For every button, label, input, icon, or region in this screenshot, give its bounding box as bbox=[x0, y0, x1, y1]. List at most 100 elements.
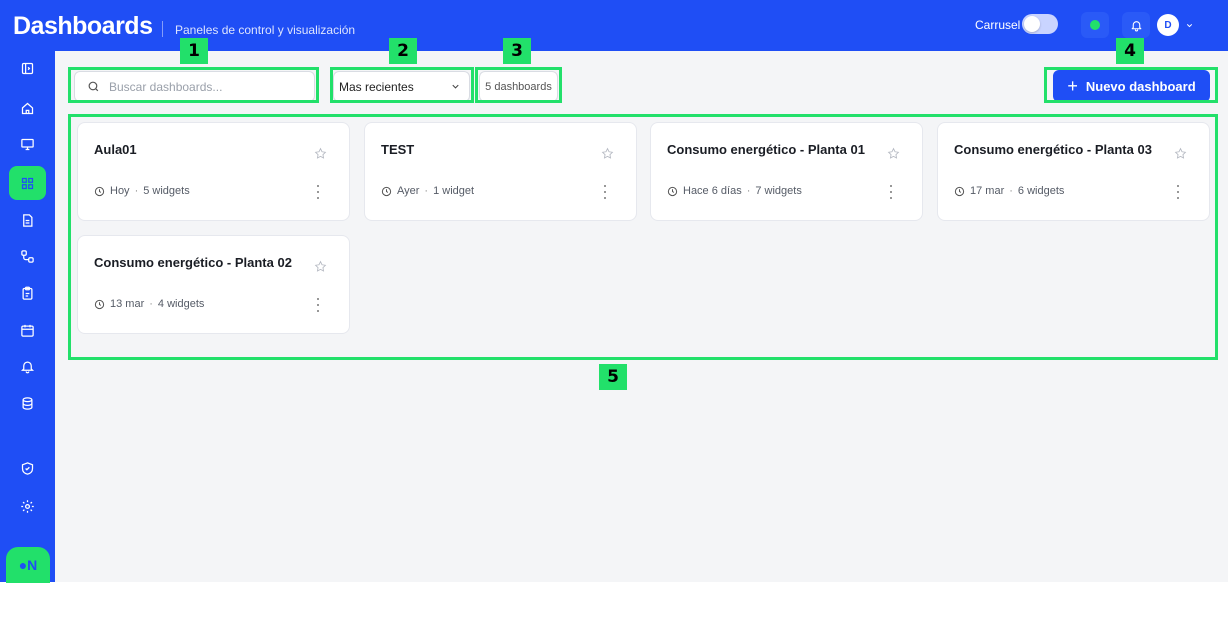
gear-icon bbox=[21, 499, 34, 513]
dashboard-card-title: Consumo energético - Planta 03 bbox=[954, 142, 1152, 157]
annotation-tag-3: 3 bbox=[503, 38, 531, 64]
shield-icon bbox=[21, 461, 34, 475]
chevron-down-icon bbox=[452, 84, 459, 89]
header-divider bbox=[162, 21, 163, 37]
monitor-icon bbox=[21, 138, 34, 150]
home-icon bbox=[21, 102, 34, 114]
meta-separator: · bbox=[424, 185, 429, 197]
toggle-knob bbox=[1024, 16, 1040, 32]
updated-label: Hoy bbox=[110, 185, 130, 197]
sidebar-item-security[interactable] bbox=[9, 451, 46, 485]
dashboard-card-title: Consumo energético - Planta 01 bbox=[667, 142, 865, 157]
search-icon bbox=[88, 81, 99, 92]
connection-status-button[interactable] bbox=[1081, 12, 1109, 38]
calendar-icon bbox=[21, 324, 34, 337]
dashboard-card[interactable]: Consumo energético - Planta 01 Hace 6 dí… bbox=[650, 122, 923, 221]
clock-icon bbox=[381, 186, 392, 196]
annotation-tag-5: 5 bbox=[599, 364, 627, 390]
annotation-tag-1: 1 bbox=[180, 38, 208, 64]
dashboard-grid: Aula01 Hoy · 5 widgets TEST Ayer · 1 wid… bbox=[70, 116, 1216, 358]
dashboard-count: 5 dashboards bbox=[479, 71, 558, 102]
sidebar-item-home[interactable] bbox=[9, 91, 46, 125]
star-icon[interactable] bbox=[887, 147, 900, 160]
star-icon[interactable] bbox=[314, 147, 327, 160]
database-icon bbox=[22, 396, 33, 410]
sidebar-item-settings[interactable] bbox=[9, 489, 46, 523]
updated-label: Ayer bbox=[397, 185, 420, 197]
app-root: Dashboards Paneles de control y visualiz… bbox=[0, 0, 1228, 583]
widget-count: 1 widget bbox=[433, 185, 475, 197]
search-input[interactable] bbox=[109, 79, 299, 94]
dashboard-card-meta: Hoy · 5 widgets bbox=[94, 185, 190, 197]
notifications-button[interactable] bbox=[1122, 12, 1150, 38]
updated-label: Hace 6 días bbox=[683, 185, 742, 197]
dashboard-card-title: Consumo energético - Planta 02 bbox=[94, 255, 292, 270]
sidebar-item-monitor[interactable] bbox=[9, 127, 46, 161]
star-icon[interactable] bbox=[1174, 147, 1187, 160]
sidebar-item-calendar[interactable] bbox=[9, 313, 46, 347]
star-icon[interactable] bbox=[314, 260, 327, 273]
document-icon bbox=[23, 213, 33, 227]
plus-icon: + bbox=[1067, 76, 1078, 96]
clipboard-icon bbox=[22, 286, 33, 300]
clock-icon bbox=[954, 186, 965, 196]
widget-count: 5 widgets bbox=[143, 185, 190, 197]
widget-count: 7 widgets bbox=[755, 185, 802, 197]
sort-value: Mas recientes bbox=[339, 79, 414, 94]
page-subtitle: Paneles de control y visualización bbox=[175, 23, 356, 37]
workflow-icon bbox=[21, 249, 34, 263]
sidebar-item-dashboards[interactable] bbox=[9, 166, 46, 200]
sidebar-item-reports[interactable] bbox=[9, 276, 46, 310]
star-icon[interactable] bbox=[601, 147, 614, 160]
more-options-icon[interactable] bbox=[888, 185, 894, 199]
dashboard-card[interactable]: TEST Ayer · 1 widget bbox=[364, 122, 637, 221]
annotation-tag-4: 4 bbox=[1116, 38, 1144, 64]
sidebar-expand[interactable] bbox=[9, 51, 46, 85]
sidebar-item-database[interactable] bbox=[9, 386, 46, 420]
chevron-down-icon bbox=[1186, 23, 1193, 27]
meta-separator: · bbox=[1009, 185, 1013, 197]
sidebar-item-workflows[interactable] bbox=[9, 239, 46, 273]
more-options-icon[interactable] bbox=[315, 298, 321, 312]
clock-icon bbox=[667, 186, 678, 196]
clock-icon bbox=[94, 186, 105, 196]
annotation-tag-2: 2 bbox=[389, 38, 417, 64]
bell-icon bbox=[1131, 20, 1141, 31]
widget-count: 4 widgets bbox=[157, 298, 205, 310]
more-options-icon[interactable] bbox=[602, 185, 608, 199]
dashboard-card-title: TEST bbox=[381, 142, 415, 157]
status-dot-icon bbox=[1090, 20, 1100, 30]
dashboard-card[interactable]: Consumo energético - Planta 03 17 mar · … bbox=[937, 122, 1210, 221]
page-title: Dashboards bbox=[13, 12, 153, 40]
dashboard-card-meta: Hace 6 días · 7 widgets bbox=[667, 185, 802, 197]
dashboard-card[interactable]: Aula01 Hoy · 5 widgets bbox=[77, 122, 350, 221]
brand-logo[interactable]: ●N bbox=[6, 547, 50, 583]
user-menu[interactable]: D bbox=[1157, 12, 1194, 38]
new-dashboard-label: Nuevo dashboard bbox=[1085, 78, 1196, 94]
search-box[interactable] bbox=[74, 71, 315, 102]
sidebar-item-alerts[interactable] bbox=[9, 349, 46, 383]
dashboard-card-title: Aula01 bbox=[94, 142, 137, 157]
sidebar: ●N bbox=[0, 51, 55, 583]
carrusel-label: Carrusel bbox=[975, 18, 1021, 32]
expand-icon bbox=[21, 62, 34, 74]
carrusel-toggle[interactable] bbox=[1022, 14, 1058, 34]
avatar: D bbox=[1157, 14, 1179, 36]
sidebar-item-documents[interactable] bbox=[9, 203, 46, 237]
dashboard-grid-icon bbox=[21, 177, 34, 189]
more-options-icon[interactable] bbox=[1175, 185, 1181, 199]
new-dashboard-button[interactable]: + Nuevo dashboard bbox=[1053, 70, 1210, 102]
widget-count: 6 widgets bbox=[1017, 185, 1065, 197]
dashboard-card-meta: 17 mar · 6 widgets bbox=[954, 185, 1064, 197]
dashboard-card[interactable]: Consumo energético - Planta 02 13 mar · … bbox=[77, 235, 350, 334]
more-options-icon[interactable] bbox=[315, 185, 321, 199]
meta-separator: · bbox=[149, 298, 153, 310]
sort-select[interactable]: Mas recientes bbox=[333, 71, 470, 102]
updated-label: 17 mar bbox=[970, 185, 1005, 197]
bell-icon bbox=[20, 361, 35, 373]
meta-separator: · bbox=[134, 185, 139, 197]
dashboard-card-meta: Ayer · 1 widget bbox=[381, 185, 474, 197]
meta-separator: · bbox=[746, 185, 751, 197]
updated-label: 13 mar bbox=[110, 298, 145, 310]
clock-icon bbox=[94, 299, 105, 309]
